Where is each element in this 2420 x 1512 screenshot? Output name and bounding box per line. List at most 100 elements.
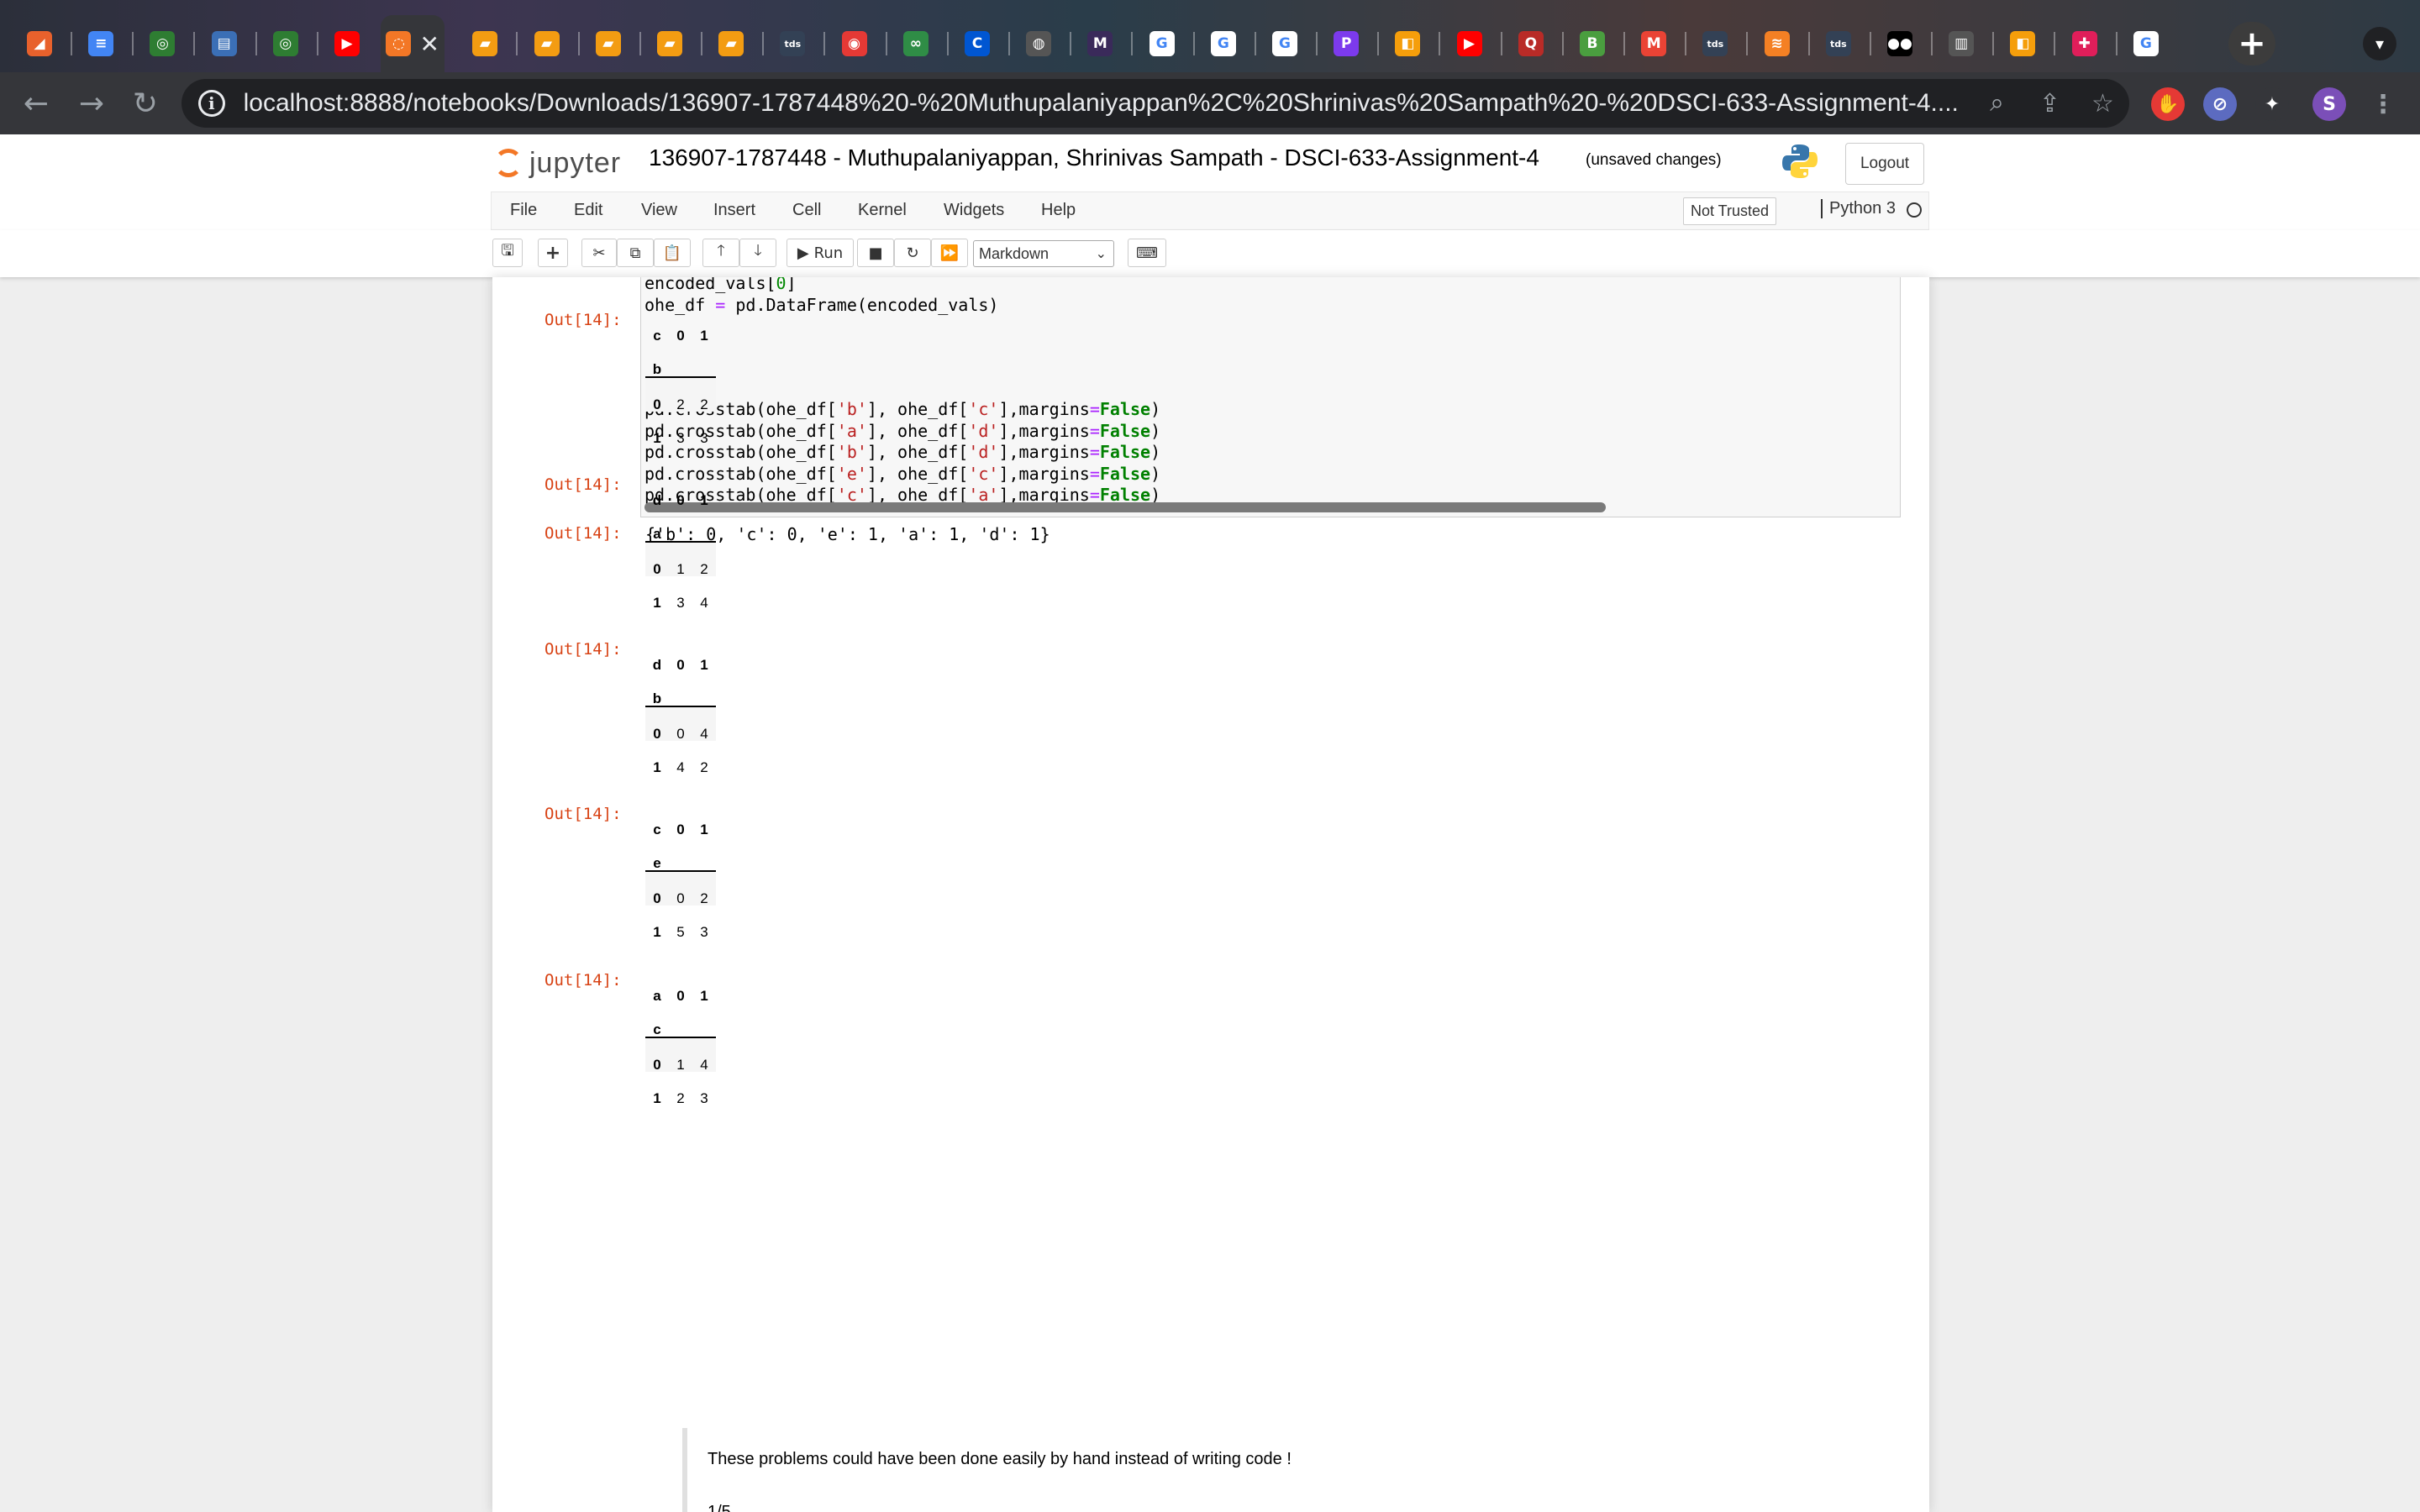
browser-tab[interactable]: M <box>1072 18 1128 69</box>
insert-cell-plus-icon[interactable]: + <box>538 239 568 267</box>
not-trusted-badge[interactable]: Not Trusted <box>1683 197 1777 225</box>
browser-tab[interactable]: ≋ <box>1749 18 1805 69</box>
blocked-icon[interactable]: ⊘ <box>2203 87 2237 121</box>
code-cell-input[interactable]: encoded_vals[0] ohe_df = pd.DataFrame(en… <box>640 277 1901 517</box>
notebook-toolbar: 🖫 + ✂ ⧉ 📋 🡑 🡓 ▶ Run ■ ↻ ⏩ Markdown ⌄ ⌨ <box>0 230 2420 277</box>
browser-tab[interactable]: ●● <box>1872 18 1928 69</box>
browser-tab[interactable]: ◎ <box>258 18 313 69</box>
browser-tab[interactable]: ▶ <box>319 18 375 69</box>
browser-tab[interactable]: ◧ <box>1380 18 1435 69</box>
browser-tab[interactable]: ◍ <box>1011 18 1066 69</box>
save-icon[interactable]: 🖫 <box>492 239 523 267</box>
table-cell: 4 <box>700 726 708 742</box>
reload-icon[interactable]: ↻ <box>126 84 165 123</box>
puzzle-icon[interactable]: ✦ <box>2255 87 2289 121</box>
browser-tab[interactable]: ◉ <box>827 18 882 69</box>
browser-tab[interactable]: M <box>1626 18 1681 69</box>
browser-tab[interactable]: ▶ <box>1442 18 1497 69</box>
menu-widgets[interactable]: Widgets <box>944 201 1004 220</box>
copy-cells-icon[interactable]: ⧉ <box>617 239 654 267</box>
browser-tab[interactable]: ▰ <box>457 18 513 69</box>
fast-forward-icon[interactable]: ⏩ <box>931 239 968 267</box>
browser-tab[interactable]: ◧ <box>1995 18 2050 69</box>
close-tab-icon[interactable]: ✕ <box>419 30 439 58</box>
move-down-arrow-icon[interactable]: 🡓 <box>739 239 776 267</box>
browser-tab[interactable]: ▰ <box>581 18 636 69</box>
browser-tab[interactable]: ◢ <box>12 18 67 69</box>
menu-kernel[interactable]: Kernel <box>858 201 907 220</box>
jupyter-ring-icon: ◎ <box>272 31 298 56</box>
new-tab-button[interactable]: + <box>2228 22 2275 66</box>
output-prompt: Out[14]: <box>544 805 622 823</box>
forward-arrow-icon[interactable]: → <box>72 84 111 123</box>
back-arrow-icon[interactable]: ← <box>17 84 55 123</box>
browser-tab[interactable]: G <box>1257 18 1313 69</box>
notebook-title[interactable]: 136907-1787448 - Muthupalaniyappan, Shri… <box>649 144 1539 171</box>
logout-button[interactable]: Logout <box>1845 143 1924 185</box>
menu-file[interactable]: File <box>510 201 537 220</box>
tab-separator <box>1500 32 1502 55</box>
browser-tab[interactable]: ◌ ✕ <box>381 15 445 72</box>
browser-tab[interactable]: C <box>950 18 1005 69</box>
browser-tab[interactable]: tds <box>1687 18 1743 69</box>
browser-tab[interactable]: G <box>2118 18 2174 69</box>
table-cell: 2 <box>676 1090 685 1106</box>
menu-view[interactable]: View <box>641 201 677 220</box>
jupyter-logo[interactable]: jupyter <box>494 143 621 183</box>
tab-separator <box>2115 32 2118 55</box>
output-prompt: Out[14]: <box>544 524 622 543</box>
markdown-next-line: 1/5 <box>708 1503 731 1512</box>
bookmark-star-icon[interactable]: ☆ <box>2076 89 2129 118</box>
tab-separator <box>1254 32 1256 55</box>
restart-kernel-icon[interactable]: ↻ <box>894 239 931 267</box>
keyboard-icon[interactable]: ⌨ <box>1128 239 1166 267</box>
row-index: 0 <box>653 890 661 906</box>
cell-type-value: Markdown <box>979 244 1050 262</box>
browser-tab[interactable]: P <box>1318 18 1374 69</box>
browser-tab[interactable]: tds <box>765 18 820 69</box>
profile-avatar[interactable]: S <box>2312 87 2346 121</box>
row-axis-name: a <box>653 526 661 542</box>
browser-tab[interactable]: ▰ <box>703 18 759 69</box>
run-button[interactable]: ▶ Run <box>786 239 854 267</box>
address-bar[interactable]: i localhost:8888/notebooks/Downloads/136… <box>182 79 2129 128</box>
youtube-icon: ▶ <box>1456 31 1482 56</box>
stop-square-icon[interactable]: ■ <box>857 239 894 267</box>
browser-tab[interactable]: ▤ <box>197 18 252 69</box>
browser-tab[interactable]: ▰ <box>642 18 697 69</box>
browser-tab[interactable]: Q <box>1503 18 1559 69</box>
browser-tab[interactable]: tds <box>1811 18 1866 69</box>
adblock-hand-icon[interactable]: ✋ <box>2151 87 2185 121</box>
browser-tab[interactable]: G <box>1196 18 1251 69</box>
tab-search-button[interactable]: ▾ <box>2363 27 2396 60</box>
crosstab-table: c01b022133 <box>645 326 721 460</box>
menu-insert[interactable]: Insert <box>713 201 755 220</box>
column-header: 1 <box>700 988 708 1004</box>
table-cell: 3 <box>700 430 708 446</box>
cut-scissors-icon[interactable]: ✂ <box>581 239 617 267</box>
menu-help[interactable]: Help <box>1041 201 1076 220</box>
browser-menu-icon[interactable]: ⋮ <box>2366 87 2400 121</box>
book-icon: ▰ <box>718 31 744 56</box>
browser-tab[interactable]: ◎ <box>134 18 190 69</box>
browser-tab[interactable]: ≡ <box>73 18 129 69</box>
book-icon: ▰ <box>534 31 560 56</box>
browser-tab[interactable]: B <box>1565 18 1620 69</box>
menu-edit[interactable]: Edit <box>574 201 602 220</box>
browser-tab[interactable]: ∞ <box>888 18 944 69</box>
horizontal-scrollbar[interactable] <box>644 502 1606 512</box>
table-cell: 0 <box>676 890 685 906</box>
header-rule <box>645 1037 716 1038</box>
browser-tab[interactable]: ▥ <box>1933 18 1989 69</box>
browser-tab[interactable]: G <box>1134 18 1190 69</box>
move-up-arrow-icon[interactable]: 🡑 <box>702 239 739 267</box>
url-text[interactable]: localhost:8888/notebooks/Downloads/13690… <box>244 89 1970 118</box>
cell-type-select[interactable]: Markdown ⌄ <box>973 240 1114 267</box>
share-icon[interactable]: ⇪ <box>2023 89 2076 118</box>
paste-cells-icon[interactable]: 📋 <box>654 239 691 267</box>
browser-tab[interactable]: ✚ <box>2057 18 2112 69</box>
browser-tab[interactable]: ▰ <box>519 18 575 69</box>
site-info-icon[interactable]: i <box>198 90 225 117</box>
zoom-icon[interactable]: ⌕ <box>1970 89 2023 118</box>
menu-cell[interactable]: Cell <box>792 201 821 220</box>
